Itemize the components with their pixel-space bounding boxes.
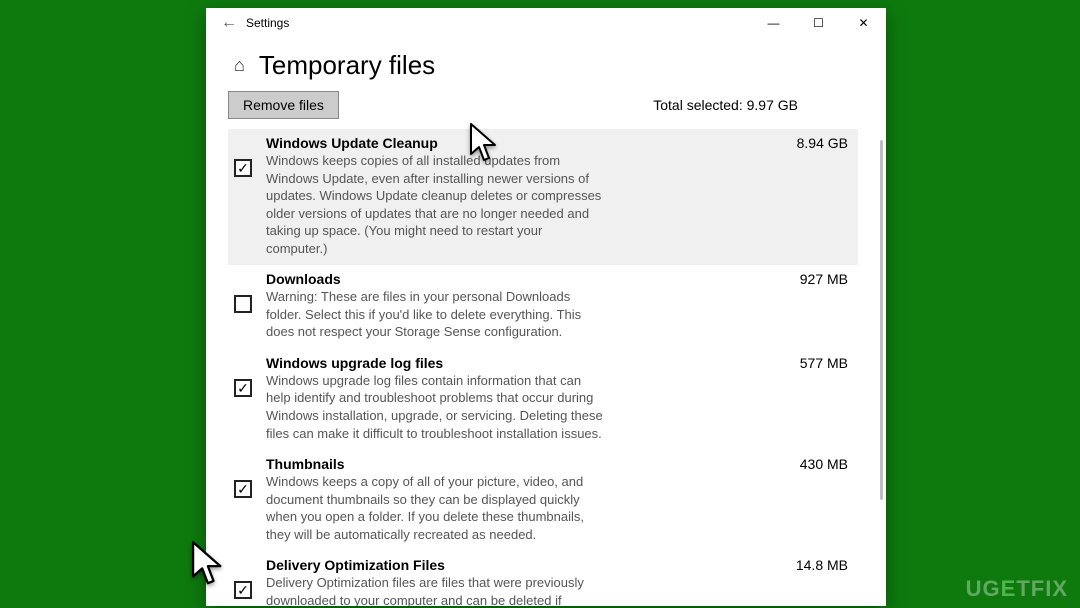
- list-item[interactable]: ✓ Windows Update Cleanup 8.94 GB Windows ke…: [228, 129, 858, 265]
- item-name: Delivery Optimization Files: [266, 557, 445, 573]
- action-row: Remove files Total selected: 9.97 GB: [228, 91, 858, 119]
- item-description: Warning: These are files in your persona…: [266, 288, 606, 341]
- content-area: Remove files Total selected: 9.97 GB ✓ Wi…: [206, 85, 886, 606]
- item-name: Thumbnails: [266, 456, 345, 472]
- item-size: 8.94 GB: [787, 135, 848, 151]
- item-description: Windows keeps a copy of all of your pict…: [266, 473, 606, 543]
- checkbox-column: ✓: [230, 135, 256, 257]
- item-body: Thumbnails 430 MB Windows keeps a copy of …: [266, 456, 856, 543]
- list-item[interactable]: Downloads 927 MB Warning: These are files …: [228, 265, 858, 349]
- item-size: 577 MB: [790, 355, 848, 371]
- checkbox[interactable]: [234, 295, 252, 313]
- item-size: 14.8 MB: [786, 557, 848, 573]
- item-name: Downloads: [266, 271, 341, 287]
- watermark-text: E: [1001, 576, 1017, 601]
- item-description: Windows keeps copies of all installed up…: [266, 152, 606, 257]
- window-controls: — ☐ ✕: [751, 8, 886, 38]
- item-size: 430 MB: [790, 456, 848, 472]
- settings-window: ← Settings — ☐ ✕ ⌂ Temporary files Remov…: [206, 8, 886, 606]
- item-body: Delivery Optimization Files 14.8 MB Delive…: [266, 557, 856, 606]
- item-body: Downloads 927 MB Warning: These are files …: [266, 271, 856, 341]
- checkbox-column: ✓: [230, 557, 256, 606]
- scrollbar[interactable]: [880, 140, 883, 500]
- page-title: Temporary files: [259, 50, 435, 81]
- watermark: UGETFIX: [966, 576, 1068, 602]
- app-title: Settings: [244, 16, 751, 30]
- close-button[interactable]: ✕: [841, 8, 886, 38]
- page-header: ⌂ Temporary files: [206, 38, 886, 85]
- watermark-text: TFIX: [1016, 576, 1068, 601]
- list-item[interactable]: ✓ Thumbnails 430 MB Windows keeps a copy of…: [228, 450, 858, 551]
- item-description: Delivery Optimization files are files th…: [266, 574, 606, 606]
- checkbox-column: ✓: [230, 355, 256, 442]
- item-name: Windows upgrade log files: [266, 355, 443, 371]
- watermark-text: UG: [966, 576, 1001, 601]
- back-button[interactable]: ←: [214, 14, 244, 32]
- file-categories-list: ✓ Windows Update Cleanup 8.94 GB Windows ke…: [228, 129, 858, 606]
- list-item[interactable]: ✓Delivery Optimization Files14.8 MBDeliv…: [228, 551, 858, 606]
- checkbox-column: ✓: [230, 456, 256, 543]
- titlebar: ← Settings — ☐ ✕: [206, 8, 886, 38]
- maximize-button[interactable]: ☐: [796, 8, 841, 38]
- item-size: 927 MB: [790, 271, 848, 287]
- checkbox-column: [230, 271, 256, 341]
- total-selected-label: Total selected: 9.97 GB: [653, 91, 798, 113]
- item-name: Windows Update Cleanup: [266, 135, 438, 151]
- remove-files-button[interactable]: Remove files: [228, 91, 339, 119]
- checkbox[interactable]: ✓: [234, 159, 252, 177]
- checkbox[interactable]: ✓: [234, 581, 252, 599]
- checkbox[interactable]: ✓: [234, 379, 252, 397]
- minimize-button[interactable]: —: [751, 8, 796, 38]
- item-body: Windows upgrade log files 577 MB Windows u…: [266, 355, 856, 442]
- home-icon[interactable]: ⌂: [234, 55, 245, 76]
- item-description: Windows upgrade log files contain inform…: [266, 372, 606, 442]
- item-body: Windows Update Cleanup 8.94 GB Windows kee…: [266, 135, 856, 257]
- checkbox[interactable]: ✓: [234, 480, 252, 498]
- list-item[interactable]: ✓Windows upgrade log files577 MBWindows …: [228, 349, 858, 450]
